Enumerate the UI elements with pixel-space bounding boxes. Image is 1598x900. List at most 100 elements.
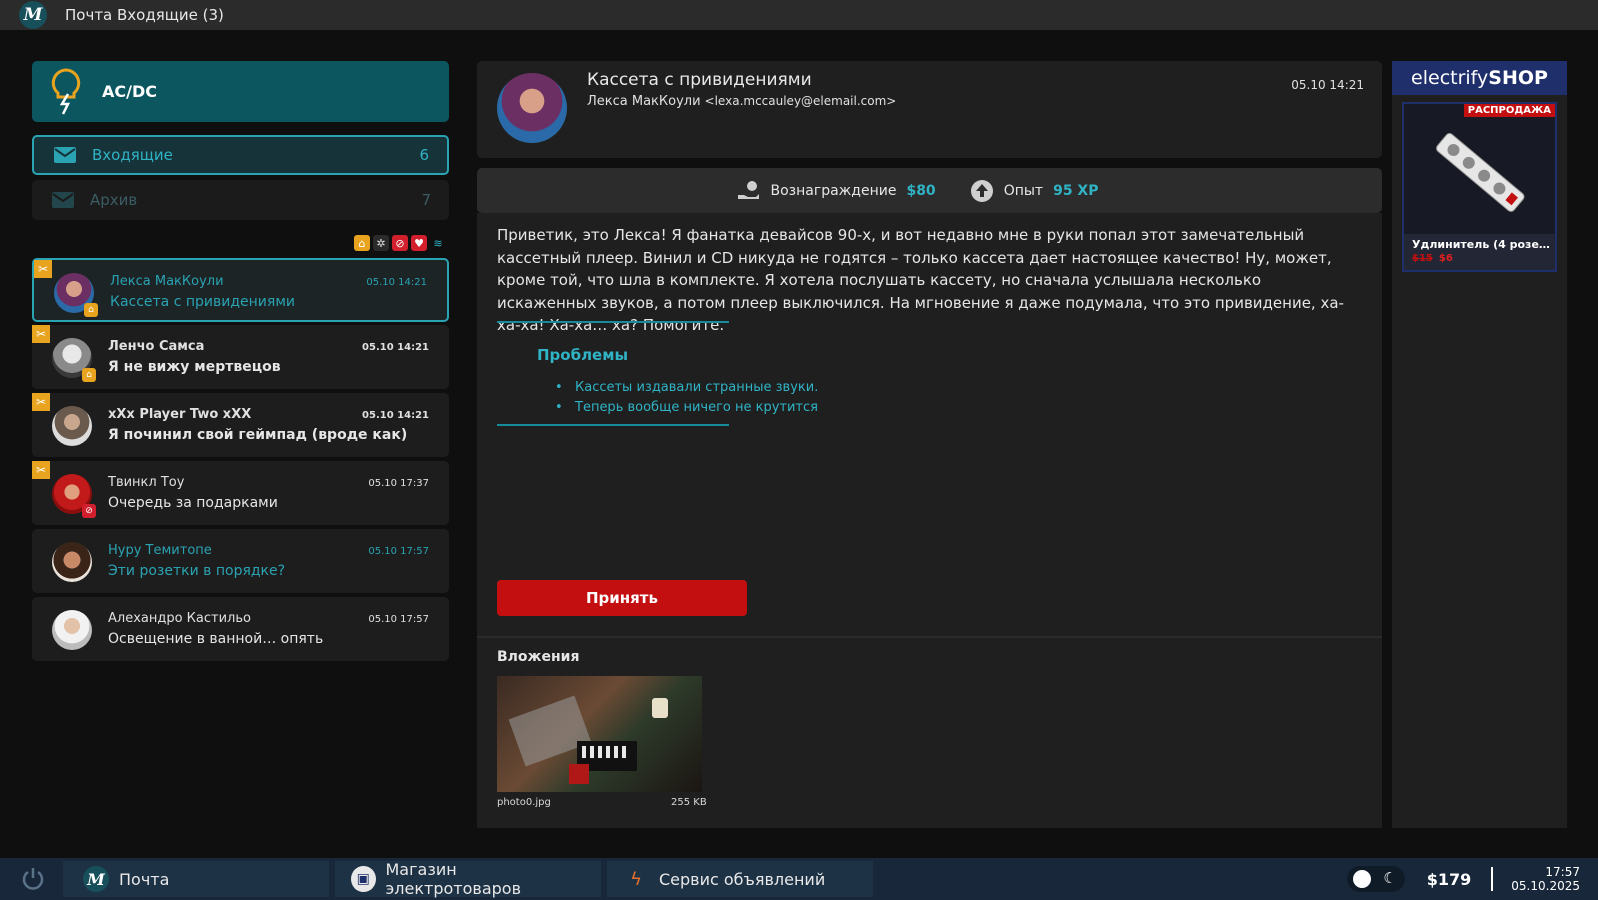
taskbar-app-label: Почта — [119, 869, 170, 889]
message-sender: xXx Player Two xXX — [108, 407, 252, 422]
message-item[interactable]: ✂ ⌂ Лекса МакКоули Кассета с привидениям… — [32, 258, 449, 322]
clock-date: 05.10.2025 — [1511, 879, 1580, 893]
sender-avatar — [497, 73, 567, 143]
lightning-icon: ϟ — [630, 868, 642, 890]
title-bar: M Почта Входящие (3) — [0, 0, 1598, 30]
filter-icons: ⌂ ✲ ⊘ ♥ ≋ — [354, 235, 446, 251]
avatar — [52, 610, 92, 650]
message-item[interactable]: ✂ ⊘ Твинкл Тоу Очередь за подарками 05.1… — [32, 461, 449, 525]
ad-panel: electrify SHOP РАСПРОДАЖА Удлинитель (4 р… — [1392, 61, 1567, 828]
power-icon[interactable] — [19, 865, 47, 893]
gear-icon[interactable]: ✲ — [373, 235, 389, 251]
email-from-name: Лекса МакКоули — [587, 94, 701, 109]
no-signal-badge-icon: ⊘ — [82, 504, 96, 518]
xp-label: Опыт — [1003, 182, 1044, 199]
folder-inbox-label: Входящие — [92, 146, 173, 164]
sale-badge: РАСПРОДАЖА — [1463, 104, 1555, 117]
scissors-icon: ✂ — [32, 325, 50, 343]
toggle-knob — [1352, 870, 1371, 888]
folder-archive-count: 7 — [421, 191, 431, 209]
attachments-title: Вложения — [497, 649, 580, 665]
payment-hand-icon — [737, 180, 759, 199]
email-subject: Кассета с привидениями — [587, 70, 812, 90]
message-subject: Освещение в ванной… опять — [108, 631, 324, 647]
message-sender: Алехандро Кастильо — [108, 611, 251, 626]
attachment-size: 255 KB — [671, 797, 707, 808]
mail-logo-icon: M — [19, 1, 47, 29]
system-tray: ☾ $179 17:57 05.10.2025 — [1346, 865, 1580, 893]
folder-inbox[interactable]: Входящие 6 — [32, 135, 449, 175]
brand-name: AC/DC — [102, 82, 157, 101]
problem-item: Теперь вообще ничего не крутится — [555, 398, 818, 418]
message-subject: Эти розетки в порядке? — [108, 563, 286, 579]
email-time: 05.10 14:21 — [1291, 78, 1364, 92]
message-sender: Твинкл Тоу — [108, 475, 185, 490]
message-item[interactable]: ✂ xXx Player Two xXX Я починил свой гейм… — [32, 393, 449, 457]
problems-title: Проблемы — [537, 346, 629, 364]
reward-value: $80 — [906, 182, 936, 199]
message-time: 05.10 17:37 — [368, 478, 429, 489]
balance: $179 — [1426, 869, 1472, 889]
folder-archive[interactable]: Архив 7 — [32, 180, 449, 220]
problems-list: Кассеты издавали странные звуки. Теперь … — [555, 378, 818, 418]
message-time: 05.10 14:21 — [366, 277, 427, 288]
heart-icon[interactable]: ♥ — [411, 235, 427, 251]
window-title: Почта Входящие (3) — [65, 6, 224, 24]
message-sender: Нуру Темитопе — [108, 543, 212, 558]
message-subject: Я не вижу мертвецов — [108, 359, 281, 375]
scissors-icon: ✂ — [32, 461, 50, 479]
envelope-icon — [52, 192, 74, 208]
message-subject: Кассета с привидениями — [110, 294, 295, 310]
message-item[interactable]: Алехандро Кастильо Освещение в ванной… о… — [32, 597, 449, 661]
ad-old-price: $15 — [1412, 253, 1433, 264]
shop-badge-icon: ⌂ — [84, 303, 98, 317]
email-from: Лекса МакКоули <lexa.mccauley@elemail.com… — [587, 94, 896, 109]
envelope-icon — [54, 147, 76, 163]
attachment-name: photo0.jpg — [497, 797, 551, 808]
ad-brand-bold: SHOP — [1488, 67, 1548, 89]
reward-label: Вознаграждение — [770, 182, 897, 199]
taskbar: M Почта ▣ Магазин электротоваров ϟ Серви… — [0, 858, 1598, 900]
moon-icon: ☾ — [1383, 869, 1397, 887]
taskbar-app-ads[interactable]: ϟ Сервис объявлений — [607, 861, 873, 897]
theme-toggle[interactable]: ☾ — [1346, 866, 1405, 892]
message-time: 05.10 14:21 — [362, 410, 429, 421]
message-time: 05.10 14:21 — [362, 342, 429, 353]
ad-product-name: Удлинитель (4 розе… — [1412, 238, 1550, 251]
attachment-thumbnail[interactable] — [497, 676, 702, 792]
taskbar-app-shop[interactable]: ▣ Магазин электротоваров — [335, 860, 601, 898]
message-subject: Я починил свой геймпад (вроде как) — [108, 427, 408, 443]
ad-brand-light: electrify — [1411, 67, 1489, 89]
xp-value: 95 XP — [1053, 182, 1099, 199]
message-sender: Лекса МакКоули — [110, 274, 224, 289]
folder-archive-label: Архив — [90, 191, 138, 209]
scissors-icon: ✂ — [34, 260, 52, 278]
email-from-address: <lexa.mccauley@elemail.com> — [704, 94, 897, 108]
message-item[interactable]: Нуру Темитопе Эти розетки в порядке? 05.… — [32, 529, 449, 593]
ad-product-card[interactable]: РАСПРОДАЖА Удлинитель (4 розе… $15 $6 — [1402, 102, 1557, 272]
power-strip-image — [1436, 133, 1525, 212]
wifi-icon[interactable]: ≋ — [430, 235, 446, 251]
avatar — [52, 406, 92, 446]
message-item[interactable]: ✂ ⌂ Ленчо Самса Я не вижу мертвецов 05.1… — [32, 325, 449, 389]
problem-item: Кассеты издавали странные звуки. — [555, 378, 818, 398]
clock-time: 17:57 — [1545, 865, 1580, 879]
email-body: Приветик, это Лекса! Я фанатка девайсов … — [477, 213, 1382, 828]
taskbar-app-mail[interactable]: M Почта — [63, 861, 329, 897]
avatar — [52, 542, 92, 582]
level-up-icon — [970, 179, 993, 202]
folder-inbox-count: 6 — [419, 146, 429, 164]
email-body-text: Приветик, это Лекса! Я фанатка девайсов … — [497, 226, 1344, 334]
divider — [477, 636, 1382, 638]
accept-button[interactable]: Принять — [497, 580, 747, 616]
clock: 17:57 05.10.2025 — [1511, 865, 1580, 893]
no-signal-icon[interactable]: ⊘ — [392, 235, 408, 251]
bulb-logo-icon — [51, 67, 81, 115]
taskbar-app-label: Сервис объявлений — [659, 869, 826, 889]
shop-icon[interactable]: ⌂ — [354, 235, 370, 251]
ad-brand[interactable]: electrify SHOP — [1392, 61, 1567, 95]
shop-bag-icon: ▣ — [351, 866, 376, 892]
shop-badge-icon: ⌂ — [82, 368, 96, 382]
mail-logo-icon: M — [83, 866, 109, 892]
scissors-icon: ✂ — [32, 393, 50, 411]
